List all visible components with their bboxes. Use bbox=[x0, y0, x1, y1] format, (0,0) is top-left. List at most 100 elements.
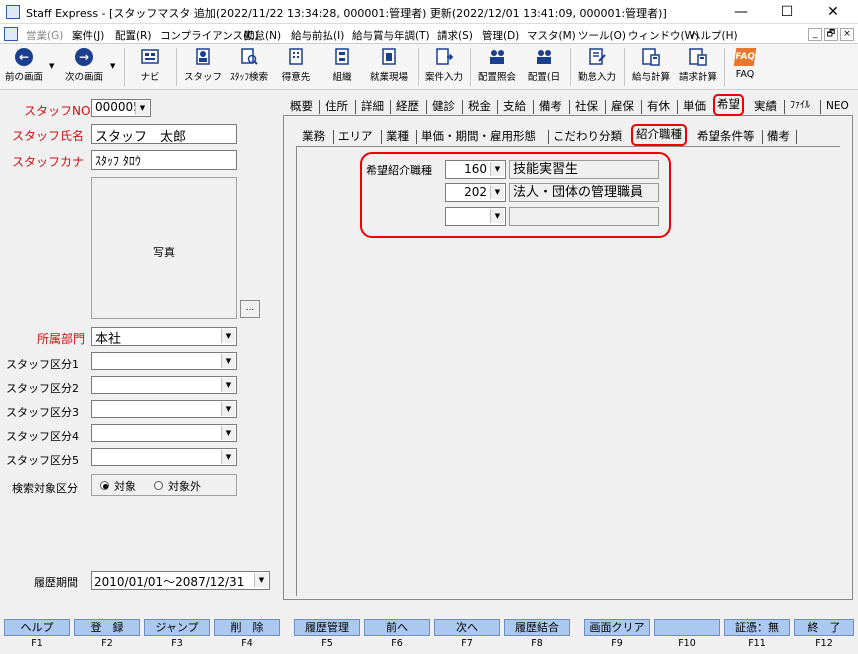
app-icon[interactable] bbox=[6, 5, 20, 19]
chevron-down-icon[interactable]: ▼ bbox=[221, 426, 235, 440]
chevron-down-icon[interactable]: ▼ bbox=[221, 450, 235, 464]
staff-search-button[interactable]: ｽﾀｯﾌ検索 bbox=[226, 46, 272, 88]
tab-file[interactable]: ﾌｧｲﾙ bbox=[788, 96, 812, 116]
subtab-biko[interactable]: 備考 bbox=[767, 126, 790, 146]
subtab-gyoshu[interactable]: 業種 bbox=[386, 126, 409, 146]
chevron-down-icon[interactable]: ▼ bbox=[490, 162, 504, 176]
menu-haichi[interactable]: 配置(R) bbox=[115, 28, 152, 43]
radio-target[interactable] bbox=[100, 481, 109, 490]
staff-kubun1-combo[interactable]: ▼ bbox=[91, 352, 237, 370]
mdi-minimize-button[interactable]: _ bbox=[808, 28, 822, 41]
haichi-day-button[interactable]: 配置(日 bbox=[522, 46, 566, 88]
f5-history-button[interactable]: 履歴管理 bbox=[294, 619, 360, 636]
f3-jump-button[interactable]: ジャンプ bbox=[144, 619, 210, 636]
f12-exit-button[interactable]: 終 了 bbox=[794, 619, 854, 636]
navi-button[interactable]: ナビ bbox=[130, 46, 170, 88]
menu-anken[interactable]: 案件(J) bbox=[72, 28, 104, 43]
menu-kyuyo-maebarai[interactable]: 給与前払(I) bbox=[291, 28, 344, 43]
dept-combo[interactable]: 本社 ▼ bbox=[91, 327, 237, 347]
f4-delete-button[interactable]: 削 除 bbox=[214, 619, 280, 636]
subtab-tanka-kikan[interactable]: 単価・期間・雇用形態 bbox=[421, 126, 536, 146]
staff-kubun3-combo[interactable]: ▼ bbox=[91, 400, 237, 418]
mdi-restore-button[interactable]: 🗗 bbox=[824, 28, 838, 41]
tab-neo[interactable]: NEO bbox=[824, 96, 851, 116]
prev-dropdown-icon[interactable]: ▼ bbox=[49, 62, 54, 70]
tab-zeikin[interactable]: 税金 bbox=[466, 96, 493, 116]
haichi-shokai-button[interactable]: 配置照会 bbox=[474, 46, 520, 88]
seikyu-keisan-button[interactable]: 請求計算 bbox=[676, 46, 720, 88]
shugyo-genba-button[interactable]: 就業現場 bbox=[366, 46, 412, 88]
f2-register-button[interactable]: 登 録 bbox=[74, 619, 140, 636]
chevron-down-icon[interactable]: ▼ bbox=[221, 402, 235, 416]
staff-name-field[interactable]: スタッフ 太郎 bbox=[91, 124, 237, 145]
tab-shaho[interactable]: 社保 bbox=[573, 96, 600, 116]
f8-merge-history-button[interactable]: 履歴結合 bbox=[504, 619, 570, 636]
chevron-down-icon[interactable]: ▼ bbox=[135, 101, 149, 115]
close-button[interactable]: ✕ bbox=[810, 0, 856, 24]
subtab-gyomu[interactable]: 業務 bbox=[302, 126, 325, 146]
subtab-area[interactable]: エリア bbox=[338, 126, 373, 146]
tab-jusho[interactable]: 住所 bbox=[323, 96, 350, 116]
history-combo[interactable]: 2010/01/01〜2087/12/31 ▼ bbox=[91, 571, 270, 590]
next-screen-button[interactable]: → 次の画面 bbox=[60, 46, 108, 88]
chevron-down-icon[interactable]: ▼ bbox=[221, 354, 235, 368]
chevron-down-icon[interactable]: ▼ bbox=[221, 329, 235, 343]
f9-clear-button[interactable]: 画面クリア bbox=[584, 619, 650, 636]
menu-window[interactable]: ウィンドウ(W) bbox=[628, 28, 699, 43]
soshiki-button[interactable]: 組織 bbox=[322, 46, 362, 88]
document-icon[interactable] bbox=[4, 27, 18, 41]
search-kubun-group: 対象 対象外 bbox=[91, 474, 237, 496]
photo-browse-button[interactable]: ... bbox=[240, 300, 260, 318]
tab-yukyu[interactable]: 有休 bbox=[645, 96, 672, 116]
menu-seikyu[interactable]: 請求(S) bbox=[437, 28, 473, 43]
tokuisaki-button[interactable]: 得意先 bbox=[274, 46, 318, 88]
tab-biko[interactable]: 備考 bbox=[537, 96, 564, 116]
maximize-button[interactable]: ☐ bbox=[764, 0, 810, 24]
f7-next-button[interactable]: 次へ bbox=[434, 619, 500, 636]
staff-kana-field[interactable]: ｽﾀｯﾌ ﾀﾛｳ bbox=[91, 150, 237, 170]
staff-kubun4-combo[interactable]: ▼ bbox=[91, 424, 237, 442]
chevron-down-icon[interactable]: ▼ bbox=[490, 185, 504, 199]
tab-kibo[interactable]: 希望 bbox=[713, 94, 744, 116]
f6-prev-button[interactable]: 前へ bbox=[364, 619, 430, 636]
tab-jisseki[interactable]: 実績 bbox=[752, 96, 779, 116]
photo-area[interactable]: 写真 bbox=[91, 177, 237, 319]
anken-input-button[interactable]: 案件入力 bbox=[422, 46, 466, 88]
staff-button[interactable]: スタッフ bbox=[182, 46, 224, 88]
tab-keireki[interactable]: 経歴 bbox=[394, 96, 421, 116]
f11-evidence-button[interactable]: 証憑：無 bbox=[724, 619, 790, 636]
chevron-down-icon[interactable]: ▼ bbox=[490, 209, 504, 223]
tab-gaiyo[interactable]: 概要 bbox=[288, 96, 315, 116]
tab-kenshin[interactable]: 健診 bbox=[430, 96, 457, 116]
tab-koho[interactable]: 雇保 bbox=[609, 96, 636, 116]
minimize-button[interactable]: — bbox=[718, 0, 764, 24]
tab-shikyu[interactable]: 支給 bbox=[501, 96, 528, 116]
mdi-close-button[interactable]: × bbox=[840, 28, 854, 41]
subtab-kibo-joken[interactable]: 希望条件等 bbox=[697, 126, 755, 146]
tab-tanka[interactable]: 単価 bbox=[681, 96, 708, 116]
staff-no-combo[interactable]: 000005 ▼ bbox=[91, 99, 151, 117]
menu-kanri[interactable]: 管理(D) bbox=[482, 28, 519, 43]
menu-master[interactable]: マスタ(M) bbox=[527, 28, 576, 43]
prev-screen-button[interactable]: ← 前の画面 bbox=[2, 46, 46, 88]
faq-button[interactable]: FAQ FAQ bbox=[728, 46, 762, 88]
f1-help-button[interactable]: ヘルプ bbox=[4, 619, 70, 636]
menu-help[interactable]: ヘルプ(H) bbox=[690, 28, 738, 43]
chevron-down-icon[interactable]: ▼ bbox=[221, 378, 235, 392]
menu-kyuyo-shoyo[interactable]: 給与賞与年調(T) bbox=[352, 28, 430, 43]
f10-button[interactable] bbox=[654, 619, 720, 636]
kyuyo-keisan-button[interactable]: 給与計算 bbox=[628, 46, 674, 88]
subtab-shokai-shokushu[interactable]: 紹介職種 bbox=[631, 124, 687, 146]
menu-kintai[interactable]: 勤怠(N) bbox=[244, 28, 281, 43]
subtab-kodawari[interactable]: こだわり分類 bbox=[553, 126, 622, 146]
next-dropdown-icon[interactable]: ▼ bbox=[110, 62, 115, 70]
kintai-input-button[interactable]: 勤怠入力 bbox=[574, 46, 620, 88]
chevron-down-icon[interactable]: ▼ bbox=[254, 573, 268, 587]
menu-tool[interactable]: ツール(O) bbox=[578, 28, 626, 43]
tab-shosai[interactable]: 詳細 bbox=[359, 96, 386, 116]
building-icon bbox=[289, 48, 303, 65]
radio-exclude[interactable] bbox=[154, 481, 163, 490]
staff-kubun2-combo[interactable]: ▼ bbox=[91, 376, 237, 394]
menu-eigyo[interactable]: 営業(G) bbox=[26, 28, 63, 43]
staff-kubun5-combo[interactable]: ▼ bbox=[91, 448, 237, 466]
